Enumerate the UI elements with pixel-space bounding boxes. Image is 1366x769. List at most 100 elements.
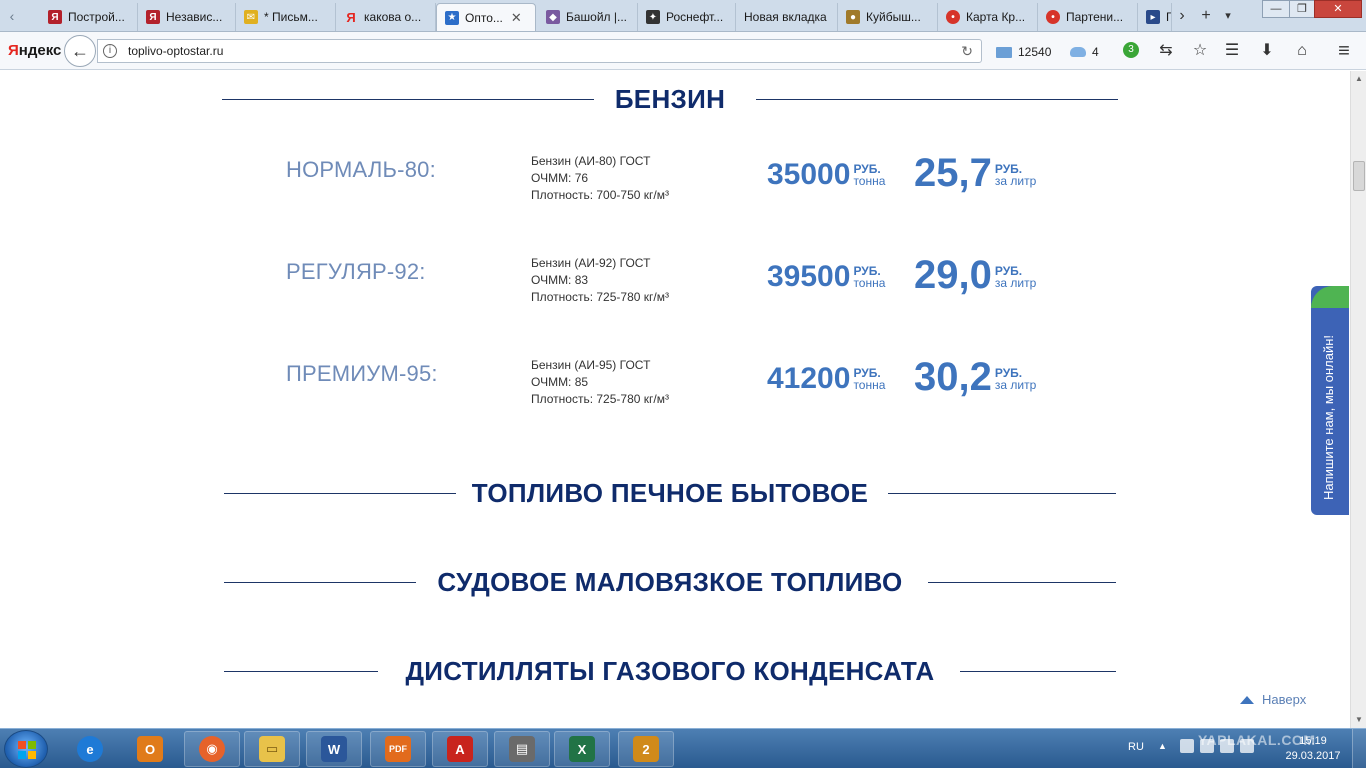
fuel-name: РЕГУЛЯР-92:	[286, 259, 426, 284]
tray-app-icon[interactable]	[1180, 739, 1194, 753]
site-info-icon[interactable]: i	[103, 44, 117, 58]
excel-icon: X	[569, 736, 595, 762]
window-maximize-button[interactable]: ❐	[1289, 0, 1315, 18]
taskbar-firefox[interactable]: ◉	[184, 731, 240, 767]
scroll-up-arrow-icon[interactable]: ▲	[1351, 71, 1366, 87]
notification-badge-icon: 3	[1123, 42, 1139, 58]
price-ton-unit: РУБ. тонна	[853, 162, 886, 188]
taskbar-scanner[interactable]: ▤	[494, 731, 550, 767]
reload-icon[interactable]: ↻	[961, 43, 973, 60]
list-all-tabs-button[interactable]: ▾	[1220, 6, 1236, 26]
divider-line	[960, 671, 1116, 672]
fuel-spec-octane: ОЧММ: 76	[531, 171, 589, 185]
price-litre-unit: РУБ. за литр	[994, 162, 1037, 188]
star-icon: ★	[445, 10, 459, 25]
section-sudovoe-heading[interactable]: СУДОВОЕ МАЛОВЯЗКОЕ ТОПЛИВО	[222, 562, 1118, 602]
scanner-icon: ▤	[509, 736, 535, 762]
tab-8[interactable]: Новая вкладка	[736, 3, 838, 31]
price-per-litre: 25,7 РУБ. за литр	[914, 153, 1036, 193]
tab-12[interactable]: ▸ Г	[1138, 3, 1172, 31]
price-ton-value: 39500	[767, 260, 851, 293]
tab-title: Роснефт...	[666, 10, 724, 24]
window-close-button[interactable]: ✕	[1314, 0, 1362, 18]
fuel-name: ПРЕМИУМ-95:	[286, 361, 438, 386]
explorer-folder-icon: ▭	[259, 736, 285, 762]
window-minimize-button[interactable]: —	[1262, 0, 1290, 18]
back-button[interactable]: ←	[64, 35, 96, 67]
taskbar-explorer[interactable]: ▭	[244, 731, 300, 767]
word-icon: W	[321, 736, 347, 762]
tab-4[interactable]: Я какова о...	[336, 3, 436, 31]
bashoil-icon: ◆	[546, 10, 560, 24]
outlook-icon: O	[137, 736, 163, 762]
rosneft-icon: ✦	[646, 10, 660, 24]
tab-11[interactable]: • Партени...	[1038, 3, 1138, 31]
price-ton-unit: РУБ. тонна	[853, 366, 886, 392]
taskbar-excel[interactable]: X	[554, 731, 610, 767]
fuel-spec-standard: Бензин (АИ-95) ГОСТ	[531, 358, 651, 372]
online-chat-widget[interactable]: Напишите нам, мы онлайн!	[1311, 286, 1349, 515]
page-scrollbar[interactable]: ▲ ▼	[1350, 71, 1366, 728]
downloads-icon[interactable]: ⬇	[1257, 41, 1277, 61]
tab-9[interactable]: ● Куйбыш...	[838, 3, 938, 31]
yandex-market-icon: Я	[48, 10, 62, 24]
tab-7[interactable]: ✦ Роснефт...	[638, 3, 736, 31]
tab-6[interactable]: ◆ Башойл |...	[538, 3, 638, 31]
tab-title: Куйбыш...	[866, 10, 921, 24]
yandex-logo[interactable]: Яндекс	[8, 42, 61, 59]
price-per-litre: 30,2 РУБ. за литр	[914, 357, 1036, 397]
taskbar-chart-app[interactable]: 2	[618, 731, 674, 767]
price-litre-value: 25,7	[914, 151, 992, 195]
price-litre-unit: РУБ. за литр	[994, 264, 1037, 290]
internet-explorer-icon: e	[77, 736, 103, 762]
tab-title: Опто...	[465, 10, 503, 25]
taskbar-outlook[interactable]: O	[122, 731, 178, 767]
reader-view-icon[interactable]: ☰	[1222, 41, 1242, 61]
scroll-thumb[interactable]	[1353, 161, 1365, 191]
taskbar-word[interactable]: W	[306, 731, 362, 767]
tab-5-active[interactable]: ★ Опто... ✕	[436, 3, 536, 31]
scroll-down-arrow-icon[interactable]: ▼	[1351, 712, 1366, 728]
pocket-icon[interactable]: ⌂	[1292, 41, 1312, 61]
yandex-mail-indicator[interactable]: 12540	[996, 45, 1051, 59]
tab-title: Г	[1166, 10, 1172, 24]
notifications-indicator[interactable]: 3	[1123, 42, 1139, 58]
tabs-scroll-left-icon[interactable]: ‹	[4, 6, 20, 26]
price-per-litre: 29,0 РУБ. за литр	[914, 255, 1036, 295]
tab-2[interactable]: Я Независ...	[138, 3, 236, 31]
show-hidden-icons-icon[interactable]: ▲	[1158, 741, 1167, 751]
system-clock[interactable]: 15:19 29.03.2017	[1282, 734, 1344, 764]
url-text[interactable]: toplivo-optostar.ru	[128, 44, 223, 58]
browser-nav-bar: Яндекс ← i toplivo-optostar.ru ↻ 12540 4…	[0, 32, 1366, 70]
input-language-indicator[interactable]: RU	[1128, 741, 1144, 753]
chat-label[interactable]: Напишите нам, мы онлайн!	[1319, 310, 1339, 500]
tabs-scroll-right-icon[interactable]: ›	[1174, 6, 1190, 26]
tab-10[interactable]: • Карта Кр...	[938, 3, 1038, 31]
tab-title: Башойл |...	[566, 10, 628, 24]
mail-count: 12540	[1018, 45, 1052, 59]
tab-title: Партени...	[1066, 10, 1124, 24]
hamburger-menu-icon[interactable]: ≡	[1334, 41, 1354, 61]
section-pechnoe-heading[interactable]: ТОПЛИВО ПЕЧНОЕ БЫТОВОЕ	[222, 473, 1118, 513]
fuel-specs: Бензин (АИ-80) ГОСТ ОЧММ: 76 Плотность: …	[531, 153, 669, 204]
taskbar-pdf-editor[interactable]: PDF	[370, 731, 426, 767]
back-to-top-link[interactable]: Наверх	[1240, 692, 1306, 707]
tab-title: * Письм...	[264, 10, 318, 24]
start-button[interactable]	[4, 730, 48, 768]
mail-envelope-icon: ✉	[244, 10, 258, 24]
address-bar[interactable]: i toplivo-optostar.ru ↻	[97, 39, 982, 63]
back-to-top-label[interactable]: Наверх	[1262, 692, 1306, 707]
bookmark-star-icon[interactable]: ☆	[1190, 41, 1210, 61]
sync-icon[interactable]: ⇆	[1156, 41, 1176, 61]
tab-close-icon[interactable]: ✕	[511, 10, 522, 26]
show-desktop-button[interactable]	[1352, 729, 1366, 769]
tab-1[interactable]: Я Построй...	[40, 3, 138, 31]
yandex-disk-indicator[interactable]: 4	[1070, 45, 1099, 59]
taskbar-ie[interactable]: e	[62, 731, 118, 767]
new-tab-button[interactable]: +	[1196, 6, 1216, 26]
taskbar-acrobat[interactable]: A	[432, 731, 488, 767]
fuel-spec-standard: Бензин (АИ-92) ГОСТ	[531, 256, 651, 270]
fuel-spec-octane: ОЧММ: 83	[531, 273, 589, 287]
section-distillaty-heading[interactable]: ДИСТИЛЛЯТЫ ГАЗОВОГО КОНДЕНСАТА	[222, 651, 1118, 691]
tab-3[interactable]: ✉ * Письм...	[236, 3, 336, 31]
